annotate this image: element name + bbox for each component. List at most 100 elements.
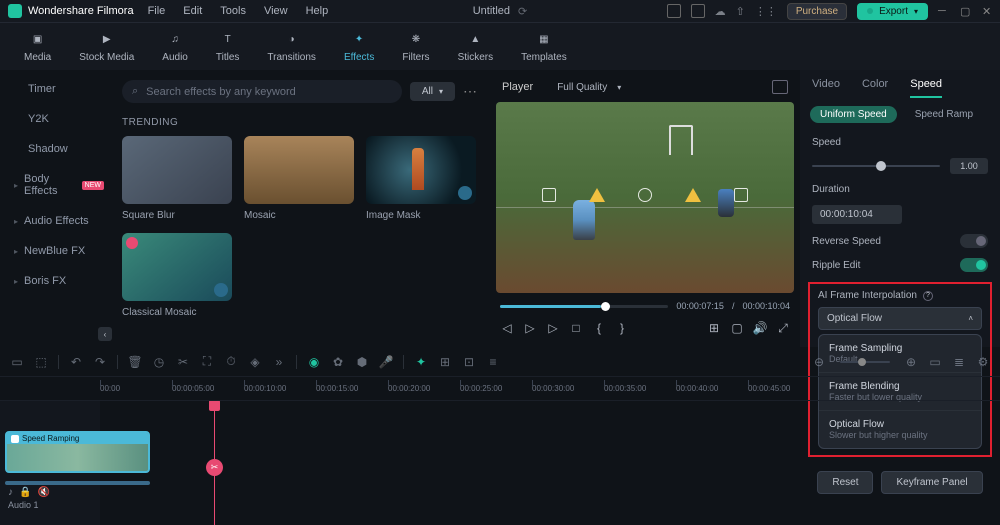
cat-y2k[interactable]: Y2K — [6, 106, 112, 132]
next-frame-button[interactable]: ▷ — [546, 321, 560, 335]
auto-button[interactable]: ⊡ — [462, 355, 476, 369]
fullscreen-button[interactable]: ⤢ — [776, 321, 790, 335]
undo-button[interactable]: ↶ — [69, 355, 83, 369]
subtab-uniform-speed[interactable]: Uniform Speed — [810, 106, 897, 123]
zoom-out-button[interactable]: ⊖ — [812, 355, 826, 369]
video-clip[interactable]: Speed Ramping — [5, 431, 150, 473]
color-button[interactable]: ◈ — [248, 355, 262, 369]
tool-filters[interactable]: ❋Filters — [388, 30, 443, 63]
delete-button[interactable]: 🗑 — [128, 355, 142, 369]
stop-button[interactable]: □ — [569, 321, 583, 335]
mic-button[interactable]: 🎤 — [379, 355, 393, 369]
tool-titles[interactable]: TTitles — [202, 30, 254, 63]
interpolation-dropdown[interactable]: Optical Flow ˄ — [818, 307, 982, 330]
marker-button[interactable]: ✦ — [414, 355, 428, 369]
tool-media[interactable]: ▣Media — [10, 30, 65, 63]
menu-tools[interactable]: Tools — [220, 5, 246, 17]
playhead[interactable]: ✂ — [214, 401, 215, 525]
quality-dropdown[interactable]: Full Quality▾ — [557, 82, 621, 93]
tab-speed[interactable]: Speed — [910, 78, 942, 98]
cat-timer[interactable]: Timer — [6, 76, 112, 102]
tool-effects[interactable]: ✦Effects — [330, 30, 388, 63]
tab-color[interactable]: Color — [862, 78, 888, 98]
tool-transitions[interactable]: ◑Transitions — [253, 30, 330, 63]
volume-button[interactable]: 🔊 — [753, 321, 767, 335]
play-button[interactable]: ▷ — [523, 321, 537, 335]
mask-button[interactable]: ⬢ — [355, 355, 369, 369]
more-menu[interactable]: ⋯ — [463, 83, 478, 100]
search-input[interactable]: ⌕ Search effects by any keyword — [122, 80, 402, 103]
record-icon[interactable] — [691, 4, 705, 18]
reverse-toggle[interactable] — [960, 234, 988, 248]
speed-button[interactable]: ⏱ — [224, 355, 238, 369]
chroma-button[interactable]: ✿ — [331, 355, 345, 369]
speed-slider[interactable] — [812, 165, 940, 167]
effect-card[interactable]: Mosaic — [244, 136, 354, 221]
prev-frame-button[interactable]: ◁ — [500, 321, 514, 335]
mark-in-button[interactable]: { — [592, 321, 606, 335]
cat-boris[interactable]: ▸Boris FX — [6, 268, 112, 294]
player-viewport[interactable] — [496, 102, 794, 293]
tab-video[interactable]: Video — [812, 78, 840, 98]
menu-edit[interactable]: Edit — [183, 5, 202, 17]
more-button[interactable]: » — [272, 355, 286, 369]
purchase-button[interactable]: Purchase — [787, 3, 847, 20]
snapshot-button[interactable] — [772, 80, 788, 94]
ai-button[interactable]: ◉ — [307, 355, 321, 369]
apps-icon[interactable]: ⋮⋮ — [755, 5, 777, 18]
info-icon[interactable]: ? — [923, 291, 933, 301]
effect-card[interactable]: Image Mask — [366, 136, 476, 221]
mute-icon[interactable]: 🔇 — [37, 487, 49, 498]
menu-help[interactable]: Help — [306, 5, 329, 17]
zoom-slider[interactable] — [840, 361, 890, 363]
layout-icon[interactable] — [667, 4, 681, 18]
split-icon[interactable]: ✂ — [206, 459, 223, 476]
scrubber[interactable] — [500, 305, 668, 308]
ruler[interactable]: 00:00 00:00:05:00 00:00:10:00 00:00:15:0… — [0, 377, 1000, 401]
minimize-button[interactable]: ─ — [938, 5, 950, 17]
group-button[interactable]: ⊞ — [438, 355, 452, 369]
tool-audio[interactable]: ♫Audio — [148, 30, 202, 63]
lock-icon[interactable]: 🔒 — [19, 487, 31, 498]
ripple-toggle[interactable] — [960, 258, 988, 272]
split-button[interactable]: ✂ — [176, 355, 190, 369]
select-tool[interactable]: ⬚ — [34, 355, 48, 369]
cloud-icon[interactable]: ☁ — [715, 5, 726, 18]
tool-templates[interactable]: ▦Templates — [507, 30, 581, 63]
effect-card[interactable]: Classical Mosaic — [122, 233, 232, 318]
zoom-in-button[interactable]: ⊕ — [904, 355, 918, 369]
cat-newblue[interactable]: ▸NewBlue FX — [6, 238, 112, 264]
pointer-tool[interactable]: ▭ — [10, 355, 24, 369]
redo-button[interactable]: ↷ — [93, 355, 107, 369]
fit-button[interactable]: ▭ — [928, 355, 942, 369]
upload-icon[interactable]: ⇧ — [736, 5, 745, 18]
cat-shadow[interactable]: Shadow — [6, 136, 112, 162]
cat-body-effects[interactable]: ▸Body EffectsNEW — [6, 166, 112, 204]
ratio-button[interactable]: ⊞ — [707, 321, 721, 335]
menu-file[interactable]: File — [148, 5, 166, 17]
triangle-icon — [685, 188, 701, 202]
tool-stickers[interactable]: ▲Stickers — [444, 30, 508, 63]
sync-icon[interactable]: ⟳ — [518, 5, 527, 18]
speed-value[interactable]: 1.00 — [950, 158, 988, 174]
mark-out-button[interactable]: } — [615, 321, 629, 335]
settings-button[interactable]: ⚙ — [976, 355, 990, 369]
maximize-button[interactable]: ▢ — [960, 5, 972, 17]
collapse-sidebar-button[interactable]: ‹ — [98, 327, 112, 341]
crop-button[interactable]: ⛶ — [200, 355, 214, 369]
export-button[interactable]: Export ▾ — [857, 3, 928, 20]
timer-button[interactable]: ◷ — [152, 355, 166, 369]
camera-button[interactable]: ▢ — [730, 321, 744, 335]
audio-waveform[interactable] — [5, 481, 150, 485]
mixer-button[interactable]: ≡ — [486, 355, 500, 369]
effect-card[interactable]: Square Blur — [122, 136, 232, 221]
duration-input[interactable]: 00:00:10:04 — [812, 205, 902, 224]
tracks-button[interactable]: ≣ — [952, 355, 966, 369]
cat-audio-effects[interactable]: ▸Audio Effects — [6, 208, 112, 234]
filter-dropdown[interactable]: All▾ — [410, 82, 455, 101]
close-button[interactable]: ✕ — [982, 5, 994, 17]
tool-stock-media[interactable]: ▶Stock Media — [65, 30, 148, 63]
subtab-speed-ramp[interactable]: Speed Ramp — [905, 106, 983, 123]
player-tab[interactable]: Player — [502, 81, 533, 93]
menu-view[interactable]: View — [264, 5, 288, 17]
